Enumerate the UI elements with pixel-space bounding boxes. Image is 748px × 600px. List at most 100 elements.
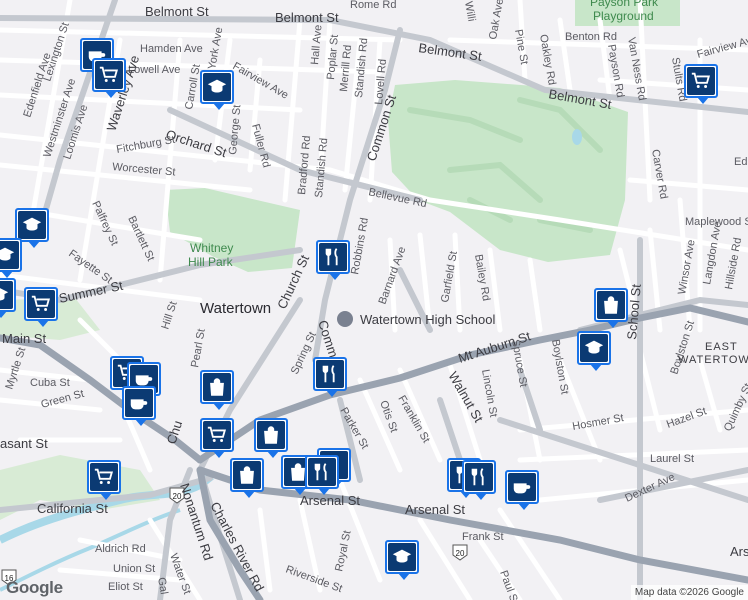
street-label: Quimby St [722, 382, 748, 434]
grocery-marker[interactable] [684, 64, 718, 104]
street-label: Frank St [462, 531, 504, 543]
school-marker[interactable] [0, 238, 22, 278]
school-icon [207, 79, 227, 93]
google-logo: Google [6, 578, 63, 597]
shopping-marker[interactable] [254, 418, 288, 458]
park-label: Playground [593, 9, 654, 23]
street-label: Hall Ave [309, 24, 324, 65]
school-marker[interactable] [0, 278, 16, 318]
school-marker[interactable] [577, 331, 611, 371]
marker-body [203, 73, 231, 101]
fork-knife-icon [322, 365, 335, 383]
street-label: Belmont St [418, 40, 483, 64]
shopping-marker[interactable] [594, 288, 628, 328]
restaurant-marker[interactable] [305, 455, 339, 495]
school-marker[interactable] [385, 540, 419, 580]
street-label: Hazel St [665, 405, 708, 430]
neighborhood-label: EAST [705, 341, 738, 353]
restaurant-marker[interactable] [462, 460, 496, 500]
park-label: Whitney [190, 241, 233, 255]
school-icon [584, 340, 604, 354]
marker-body [308, 458, 336, 486]
street-label: Belmont St [145, 4, 209, 19]
street-label: Gal [155, 576, 170, 595]
street-label: Winsor Ave [676, 239, 697, 296]
street-label: Pine St [512, 28, 530, 65]
school-icon [0, 288, 9, 301]
coffee-icon [513, 483, 531, 494]
street-label: Royal St [333, 529, 353, 572]
street-label: Oak Ave [487, 0, 506, 41]
cart-icon [99, 66, 119, 82]
marker-body [508, 473, 536, 501]
park-label: Hill Park [188, 255, 234, 269]
school-icon [22, 217, 42, 231]
fork-knife-icon [471, 468, 484, 486]
school-marker[interactable] [200, 70, 234, 110]
cart-icon [31, 295, 51, 311]
shopping-marker[interactable] [200, 370, 234, 410]
coffee-marker[interactable] [122, 386, 156, 426]
marker-body [388, 543, 416, 571]
marker-body [233, 461, 261, 489]
street-label: George St [227, 104, 243, 155]
grocery-marker[interactable] [92, 58, 126, 98]
marker-body [90, 463, 118, 491]
shopping-marker[interactable] [230, 458, 264, 498]
street-label: Boylston St [549, 338, 570, 395]
restaurant-marker[interactable] [316, 240, 350, 280]
marker-body [203, 421, 231, 449]
street-label: Fairview Ave [696, 33, 748, 61]
street-label: Rome Rd [350, 0, 396, 11]
grocery-marker[interactable] [24, 287, 58, 327]
school-icon [0, 247, 15, 261]
street-label: Poplar St [325, 34, 341, 80]
restaurant-marker[interactable] [313, 357, 347, 397]
marker-body [18, 211, 46, 239]
marker-body [203, 373, 231, 401]
street-label: Ed [734, 156, 747, 168]
grocery-marker[interactable] [87, 460, 121, 500]
marker-body [27, 290, 55, 318]
street-label: Union St [113, 563, 155, 575]
bag-icon [210, 378, 224, 396]
school-marker[interactable] [15, 208, 49, 248]
street-label: Arsenal St [405, 502, 465, 517]
street-label: Merrill Rd [338, 44, 354, 92]
street-label: Langdon Ave [701, 220, 724, 285]
street-label: California St [37, 501, 108, 516]
coffee-marker[interactable] [505, 470, 539, 510]
marker-body [597, 291, 625, 319]
marker-body [580, 334, 608, 362]
marker-body [0, 281, 13, 309]
map-attribution[interactable]: Map data ©2026 Google [630, 585, 748, 600]
marker-body [465, 463, 493, 491]
street-label: Boylston St [668, 319, 697, 376]
street-label: Bradford Rd [296, 135, 313, 195]
street-label: Arsenal St [300, 493, 360, 508]
marker-body [316, 360, 344, 388]
street-label: Hill St [159, 300, 179, 331]
bag-icon [264, 426, 278, 444]
marker-body [319, 243, 347, 271]
street-label: Hamden Ave [140, 43, 203, 55]
bag-icon [604, 296, 618, 314]
golf-course-pond [572, 129, 582, 145]
street-label: Bartlett St [125, 214, 156, 263]
street-label: Carver Rd [649, 148, 670, 199]
neighborhood-label: WATERTOWN [678, 354, 748, 366]
street-label: asant St [0, 436, 48, 451]
street-label: Standish Rd [313, 138, 330, 199]
fork-knife-icon [325, 248, 338, 266]
school-label: Watertown High School [360, 312, 495, 327]
marker-body [95, 61, 123, 89]
fork-knife-icon [314, 463, 327, 481]
street-label: Eliot St [108, 581, 143, 593]
coffee-icon [130, 399, 148, 410]
street-label: Benton Rd [565, 31, 617, 43]
grocery-marker[interactable] [200, 418, 234, 458]
school-place-icon [337, 311, 353, 327]
street-label: Pearl St [189, 328, 208, 369]
street-label: Maplewood St [685, 216, 748, 228]
park-label: Payson Park [590, 0, 659, 9]
